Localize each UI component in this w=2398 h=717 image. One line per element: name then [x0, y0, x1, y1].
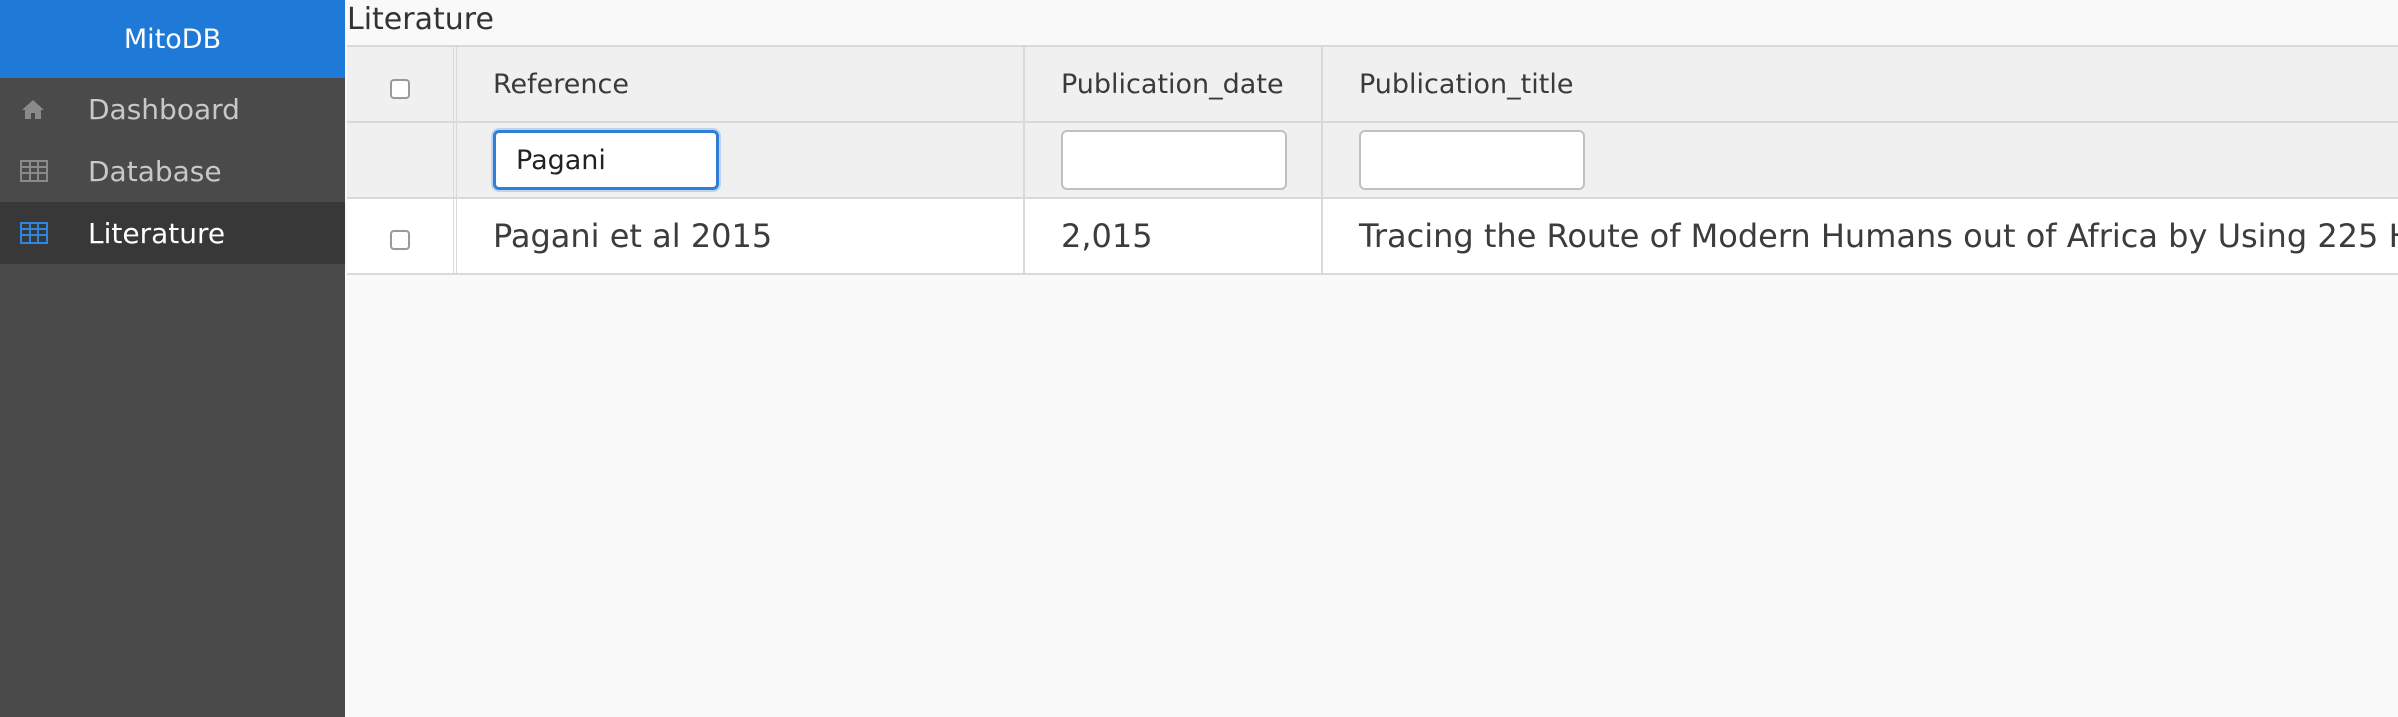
- column-header-publication-title[interactable]: Publication_title: [1323, 47, 2398, 121]
- table-filter-row: [347, 123, 2398, 199]
- filter-cell-reference: [457, 123, 1025, 197]
- filter-cell-publication-date: [1025, 123, 1323, 197]
- publication-date-filter-input[interactable]: [1061, 130, 1287, 190]
- cell-publication-date: 2,015: [1025, 199, 1323, 273]
- brand-logo[interactable]: MitoDB: [0, 0, 345, 78]
- home-icon: [20, 97, 50, 121]
- select-all-cell: [347, 47, 457, 121]
- table-row[interactable]: Pagani et al 2015 2,015 Tracing the Rout…: [347, 199, 2398, 275]
- column-header-publication-date[interactable]: Publication_date: [1025, 47, 1323, 121]
- sidebar-item-literature[interactable]: Literature: [0, 202, 345, 264]
- row-select-checkbox[interactable]: [390, 230, 410, 250]
- filter-spacer-cell: [347, 123, 457, 197]
- row-select-cell: [347, 199, 457, 273]
- cell-publication-title: Tracing the Route of Modern Humans out o…: [1359, 217, 2398, 255]
- table-header-row: Reference Publication_date Publication_t…: [347, 47, 2398, 123]
- column-header-reference[interactable]: Reference: [457, 47, 1025, 121]
- table-icon: [20, 221, 50, 245]
- publication-title-filter-input[interactable]: [1359, 130, 1585, 190]
- literature-table: Reference Publication_date Publication_t…: [347, 45, 2398, 275]
- sidebar-item-label: Dashboard: [88, 92, 240, 126]
- reference-filter-input[interactable]: [493, 130, 719, 190]
- filter-cell-publication-title: [1323, 123, 2398, 197]
- sidebar: MitoDB Dashboard Database Literature: [0, 0, 345, 717]
- sidebar-item-dashboard[interactable]: Dashboard: [0, 78, 345, 140]
- table-icon: [20, 159, 50, 183]
- select-all-checkbox[interactable]: [390, 79, 410, 99]
- main-content: Literature Reference Publication_date Pu…: [345, 0, 2398, 717]
- brand-name: MitoDB: [123, 23, 222, 55]
- sidebar-item-label: Database: [88, 154, 222, 188]
- page-title: Literature: [347, 2, 494, 37]
- sidebar-item-label: Literature: [88, 216, 226, 250]
- sidebar-item-database[interactable]: Database: [0, 140, 345, 202]
- cell-reference: Pagani et al 2015: [457, 199, 1025, 273]
